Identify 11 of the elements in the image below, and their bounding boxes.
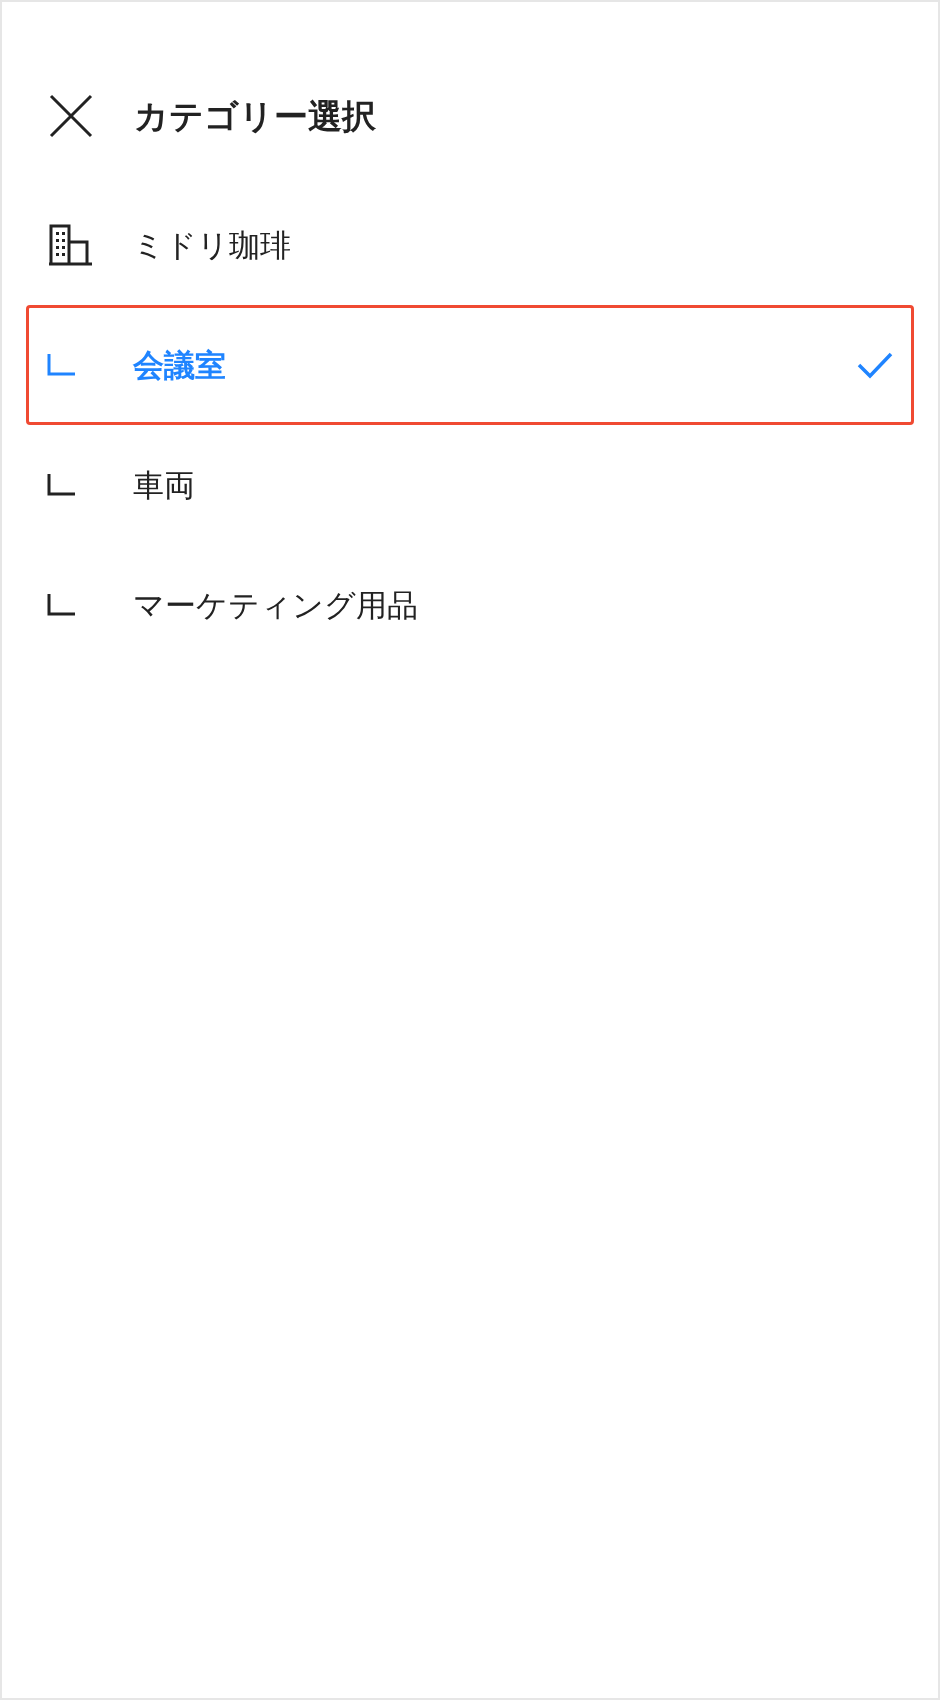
corner-icon [47, 594, 75, 616]
corner-icon [47, 474, 75, 496]
check-icon [857, 351, 893, 379]
corner-icon [47, 354, 75, 376]
close-button[interactable] [48, 93, 94, 139]
category-item[interactable]: ミドリ珈琲 [26, 185, 914, 305]
category-item[interactable]: マーケティング用品 [26, 545, 914, 665]
category-item[interactable]: 車両 [26, 425, 914, 545]
page-title: カテゴリー選択 [134, 95, 376, 137]
building-icon [47, 224, 93, 266]
category-item[interactable]: 会議室 [26, 305, 914, 425]
